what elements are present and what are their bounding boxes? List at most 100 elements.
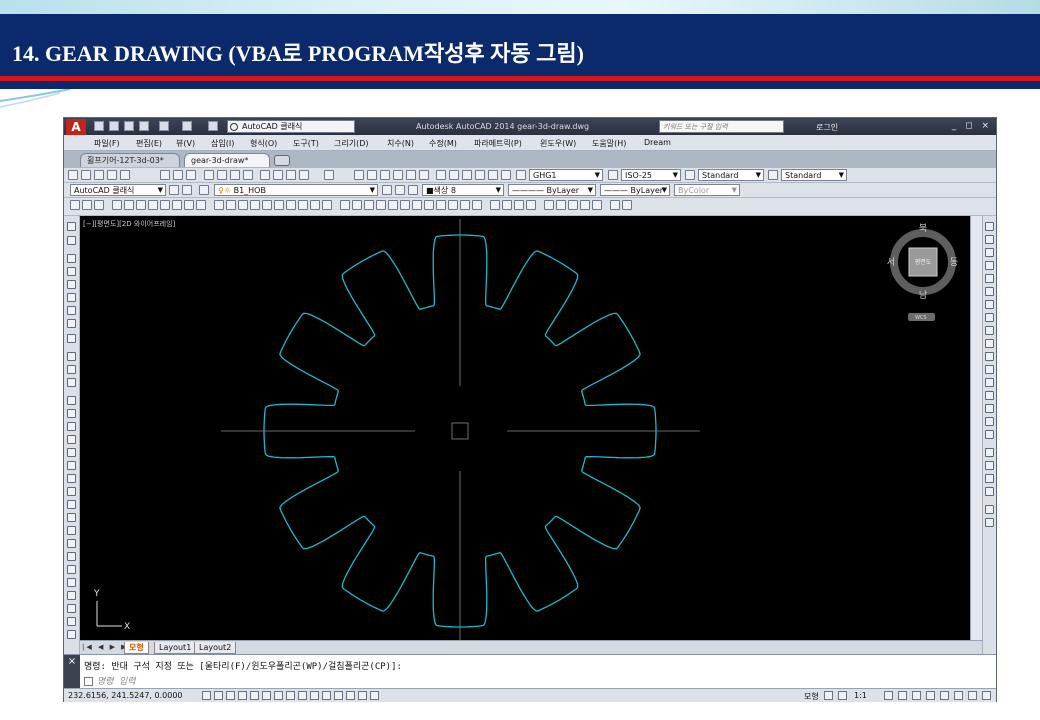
draw-tool-icon[interactable]	[67, 236, 76, 245]
hatch-icon[interactable]	[67, 578, 76, 587]
color-select[interactable]: ■색상 8 ▼	[422, 184, 504, 196]
toolbar-icon[interactable]	[186, 170, 196, 180]
3dosnap-icon[interactable]	[274, 691, 283, 700]
menu-tools[interactable]: 도구(T)	[293, 138, 319, 149]
toolbar-icon[interactable]	[172, 200, 182, 210]
toolbar-icon[interactable]	[148, 200, 158, 210]
login-button[interactable]: 로그인	[816, 122, 838, 133]
workspace-combo[interactable]: AutoCAD 클래식 ▼	[70, 184, 166, 196]
menu-view[interactable]: 뷰(V)	[176, 138, 195, 149]
save-icon[interactable]	[124, 121, 134, 131]
array-icon[interactable]	[985, 274, 994, 283]
toolbar-icon[interactable]	[238, 200, 248, 210]
move-icon[interactable]	[985, 287, 994, 296]
command-input[interactable]: 명령 입력	[97, 677, 136, 687]
draworder-icon[interactable]	[985, 474, 994, 483]
copy-icon[interactable]	[985, 235, 994, 244]
viewcube-east[interactable]: 동	[950, 257, 958, 268]
lineweight-icon[interactable]	[322, 691, 331, 700]
draworder-icon[interactable]	[985, 487, 994, 496]
table-icon[interactable]	[67, 604, 76, 613]
viewcube-west[interactable]: 서	[887, 257, 895, 268]
grid-icon[interactable]	[226, 691, 235, 700]
draw-tool-icon[interactable]	[67, 280, 76, 289]
toolbar-icon[interactable]	[448, 200, 458, 210]
menu-insert[interactable]: 삽입(I)	[211, 138, 234, 149]
draw-tool-icon[interactable]	[67, 378, 76, 387]
offset-icon[interactable]	[985, 261, 994, 270]
lineweight-select[interactable]: ——— ByLayer ▼	[600, 184, 670, 196]
toolbar-icon[interactable]	[70, 200, 80, 210]
hardware-accel-icon[interactable]	[940, 691, 949, 700]
toolbar-icon[interactable]	[217, 170, 227, 180]
command-prompt-icon[interactable]	[84, 677, 93, 686]
toolbar-icon[interactable]	[340, 200, 350, 210]
point-icon[interactable]	[67, 565, 76, 574]
draw-tool-icon[interactable]	[67, 365, 76, 374]
menu-file[interactable]: 파일(F)	[94, 138, 120, 149]
toolbar-icon[interactable]	[424, 200, 434, 210]
viewcube[interactable]: 평면도 북 남 동 서 WCS	[887, 223, 958, 321]
scale-icon[interactable]	[985, 313, 994, 322]
toolbar-icon[interactable]	[556, 200, 566, 210]
draw-tool-icon[interactable]	[67, 591, 76, 600]
new-icon[interactable]	[94, 121, 104, 131]
menu-help[interactable]: 도움말(H)	[592, 138, 626, 149]
toolbar-icon[interactable]	[380, 170, 390, 180]
draw-tool-icon[interactable]	[67, 254, 76, 263]
toolbar-icon[interactable]	[250, 200, 260, 210]
join-icon[interactable]	[985, 378, 994, 387]
otrack-icon[interactable]	[286, 691, 295, 700]
toolbar-icon[interactable]	[120, 170, 130, 180]
toolbar-icon[interactable]	[273, 170, 283, 180]
toolbar-icon[interactable]	[364, 200, 374, 210]
toolbar-icon[interactable]	[488, 170, 498, 180]
toolbar-icon[interactable]	[460, 200, 470, 210]
toolbar-icon[interactable]	[310, 200, 320, 210]
draw-tool-icon[interactable]	[67, 630, 76, 639]
toolbar-icon[interactable]	[985, 518, 994, 527]
toolbar-icon[interactable]	[475, 170, 485, 180]
quickview-icon[interactable]	[824, 691, 833, 700]
ducs-icon[interactable]	[298, 691, 307, 700]
circle-icon[interactable]	[67, 474, 76, 483]
toolbar-icon[interactable]	[173, 170, 183, 180]
draw-tool-icon[interactable]	[67, 487, 76, 496]
rotate-icon[interactable]	[985, 300, 994, 309]
toolbar-icon[interactable]	[286, 170, 296, 180]
plot-icon[interactable]	[208, 121, 218, 131]
rectangle-icon[interactable]	[67, 448, 76, 457]
toolbar-icon[interactable]	[243, 170, 253, 180]
toolbar-icon[interactable]	[393, 170, 403, 180]
qp-icon[interactable]	[346, 691, 355, 700]
draworder-icon[interactable]	[985, 448, 994, 457]
stretch-icon[interactable]	[985, 326, 994, 335]
window-controls[interactable]: _ ◻ ×	[952, 121, 992, 131]
toolbar-icon[interactable]	[449, 170, 459, 180]
toolbar-icon[interactable]	[490, 200, 500, 210]
toolbar-icon[interactable]	[395, 185, 405, 195]
draw-tool-icon[interactable]	[67, 306, 76, 315]
draw-tool-icon[interactable]	[67, 352, 76, 361]
toolbar-icon[interactable]	[352, 200, 362, 210]
toolbar-icon[interactable]	[622, 200, 632, 210]
toolbar-icon[interactable]	[354, 170, 364, 180]
toolbar-icon[interactable]	[274, 200, 284, 210]
toolbar-icon[interactable]	[406, 170, 416, 180]
draw-tool-icon[interactable]	[67, 409, 76, 418]
tab-layout1[interactable]: Layout1	[154, 642, 197, 654]
status-menu-icon[interactable]	[968, 691, 977, 700]
dyn-icon[interactable]	[310, 691, 319, 700]
text-icon[interactable]	[67, 617, 76, 626]
osnap-icon[interactable]	[262, 691, 271, 700]
toolbar-icon[interactable]	[568, 200, 578, 210]
draw-tool-icon[interactable]	[67, 334, 76, 343]
draw-tool-icon[interactable]	[67, 552, 76, 561]
draw-tool-icon[interactable]	[67, 526, 76, 535]
toolbar-icon[interactable]	[501, 170, 511, 180]
toolbar-icon[interactable]	[436, 170, 446, 180]
draw-tool-icon[interactable]	[67, 539, 76, 548]
search-input[interactable]: 키워드 또는 구절 입력	[659, 120, 784, 133]
menu-dream[interactable]: Dream	[644, 138, 671, 147]
snap-icon[interactable]	[214, 691, 223, 700]
